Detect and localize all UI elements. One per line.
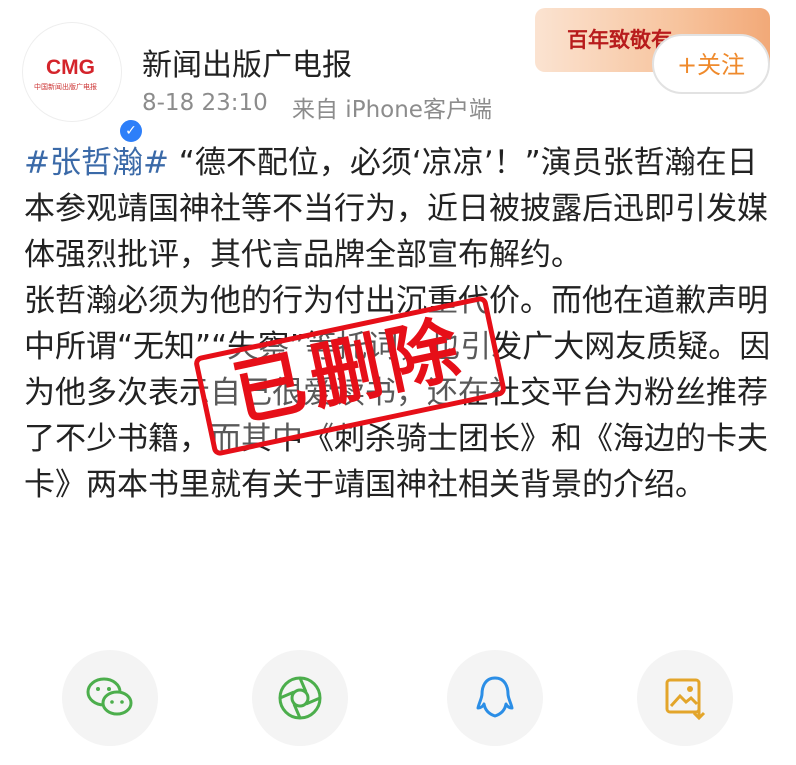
post-timestamp: 8-18 23:10 [142, 90, 268, 116]
share-bar [0, 640, 796, 765]
qq-icon [476, 676, 514, 718]
save-image-icon [665, 678, 706, 721]
wechat-icon [86, 677, 133, 716]
post-paragraph-1: #张哲瀚# “德不配位，必须‘凉凉’！”演员张哲瀚在日本参观靖国神社等不当行为，… [24, 140, 774, 278]
moments-icon [278, 676, 322, 720]
hashtag-link[interactable]: #张哲瀚# [24, 145, 169, 181]
follow-button[interactable]: +关注 [652, 34, 770, 94]
avatar[interactable]: CMG 中国新闻出版广电报 ✓ [22, 22, 144, 144]
share-qq-button[interactable] [447, 650, 543, 746]
share-wechat-button[interactable] [62, 650, 158, 746]
post-source: 来自 iPhone客户端 [292, 97, 492, 123]
avatar-subtitle: 中国新闻出版广电报 [34, 83, 97, 91]
share-moments-button[interactable] [252, 650, 348, 746]
post-header: CMG 中国新闻出版广电报 ✓ 新闻出版广电报 8-18 23:10 来自 iP… [0, 0, 796, 144]
cmg-logo: CMG [46, 56, 95, 79]
account-name[interactable]: 新闻出版广电报 [142, 40, 352, 84]
save-image-button[interactable] [637, 650, 733, 746]
